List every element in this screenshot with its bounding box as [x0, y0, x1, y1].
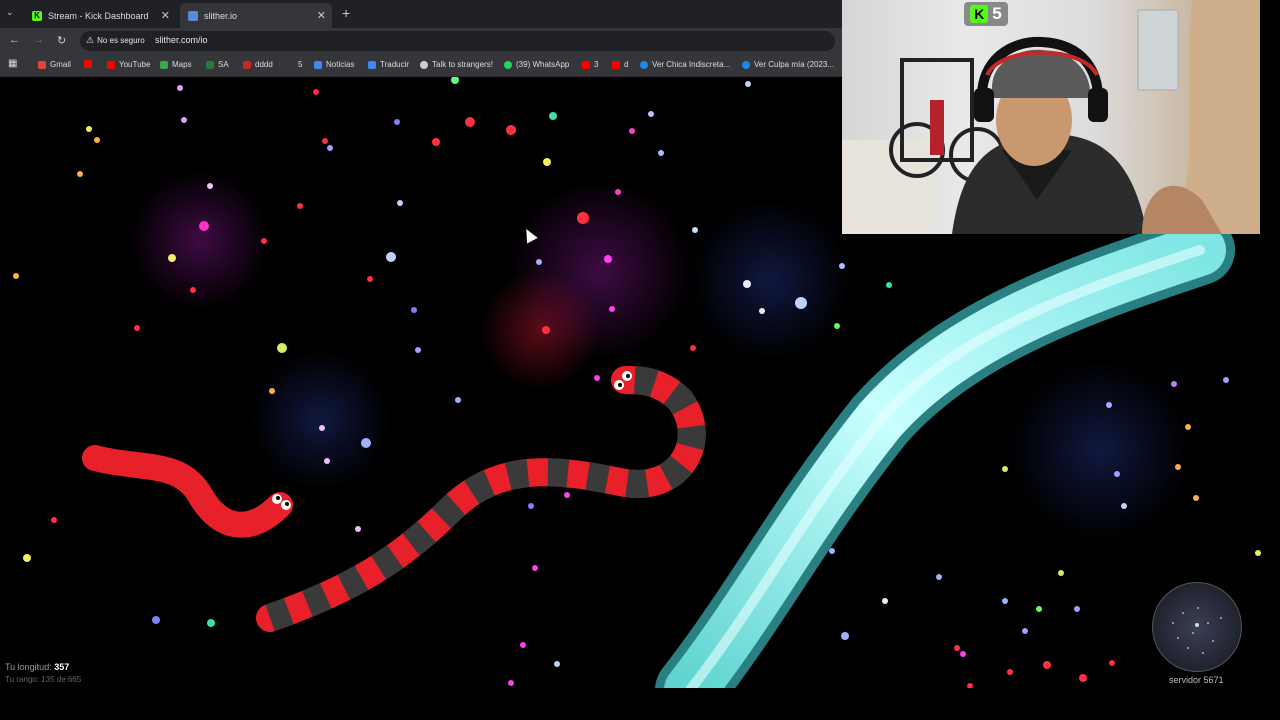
youtube-icon [582, 60, 590, 69]
bookmark-noticias[interactable]: Noticias [314, 60, 354, 69]
translate-icon [368, 60, 376, 69]
maps-icon [160, 60, 168, 69]
globe-icon [742, 60, 750, 69]
tab-title: slither.io [204, 10, 238, 21]
tab-title: Stream - Kick Dashboard [48, 10, 149, 21]
tab-kick-dashboard[interactable]: K Stream - Kick Dashboard ✕ [24, 3, 176, 28]
length-label: Tu longitud: [5, 662, 52, 672]
bookmark-3[interactable]: 3 [582, 60, 598, 69]
security-chip[interactable]: ⚠ No es seguro [86, 35, 145, 46]
warning-triangle-icon: ⚠ [86, 35, 95, 45]
bookmark-whatsapp[interactable]: (39) WhatsApp [504, 60, 569, 69]
url-input[interactable]: ⚠ No es seguro slither.com/io [80, 31, 835, 51]
tab-bar: ⌄ K Stream - Kick Dashboard ✕ slither.io… [0, 0, 842, 28]
bookmark-culpa-mia[interactable]: Ver Culpa mía (2023... [742, 60, 834, 69]
close-icon[interactable]: ✕ [161, 9, 170, 22]
length-value: 357 [54, 662, 70, 672]
bookmark-gmail[interactable]: Gmail [38, 60, 71, 69]
forward-arrow-icon[interactable]: → [33, 34, 44, 46]
slither-icon [188, 10, 198, 21]
rank-readout: Tu rango: 135 de 665 [5, 675, 82, 684]
youtube-icon [612, 60, 620, 69]
minimap-dots [1172, 607, 1222, 654]
small-red-snake [82, 445, 293, 538]
sa-icon [206, 60, 214, 69]
server-label: servidor 5671 [1169, 675, 1224, 685]
bookmark-maps[interactable]: Maps [160, 60, 192, 69]
tab-list-chevron-icon[interactable]: ⌄ [6, 7, 14, 18]
new-tab-plus-icon[interactable]: + [342, 5, 350, 21]
bookmark-youtube[interactable]: YouTube [107, 60, 150, 69]
gmail-icon [38, 60, 46, 69]
whatsapp-icon [504, 60, 512, 69]
security-label: No es seguro [97, 36, 145, 45]
youtube-icon [107, 60, 115, 69]
bookmark-dddd[interactable]: dddd [243, 60, 273, 69]
kick-logo-icon: K [970, 5, 989, 23]
url-text: slither.com/io [155, 35, 208, 45]
webcam-scene [842, 0, 1260, 234]
kick-viewer-count: 5 [992, 4, 1002, 23]
bookmark-talk-to-strangers[interactable]: Talk to strangers! [420, 60, 493, 69]
minimap [1152, 582, 1242, 672]
news-icon [314, 60, 322, 69]
apps-grid-icon[interactable]: ▦ [8, 58, 17, 69]
bookmark-d[interactable]: d [612, 60, 628, 69]
bookmark-chica-indiscreta[interactable]: Ver Chica Indiscreta... [640, 60, 730, 69]
chat-icon [420, 60, 428, 69]
bookmark-traducir[interactable]: Traducir [368, 60, 409, 69]
bookmarks-bar: ▦ Gmail YouTube Maps SA dddd 5 Noticias … [0, 54, 842, 77]
tab-slither[interactable]: slither.io ✕ [180, 3, 332, 28]
reload-icon[interactable]: ↻ [57, 34, 66, 47]
kick-logo-icon: K [32, 10, 42, 21]
bookmark-5[interactable]: 5 [298, 60, 302, 69]
bookmark-red-icon [243, 60, 251, 69]
kick-viewer-badge: K 5 [964, 2, 1008, 26]
close-icon[interactable]: ✕ [317, 9, 326, 22]
address-bar: ← → ↻ ⚠ No es seguro slither.com/io [0, 28, 842, 54]
bookmark-youtube-short[interactable] [84, 60, 96, 68]
globe-icon [640, 60, 648, 69]
webcam-overlay: K 5 [842, 0, 1260, 234]
back-arrow-icon[interactable]: ← [9, 34, 20, 46]
bookmark-sa[interactable]: SA [206, 60, 229, 69]
length-readout: Tu longitud: 357 [5, 662, 69, 672]
bottom-strip [0, 688, 1280, 720]
youtube-icon [84, 60, 92, 68]
